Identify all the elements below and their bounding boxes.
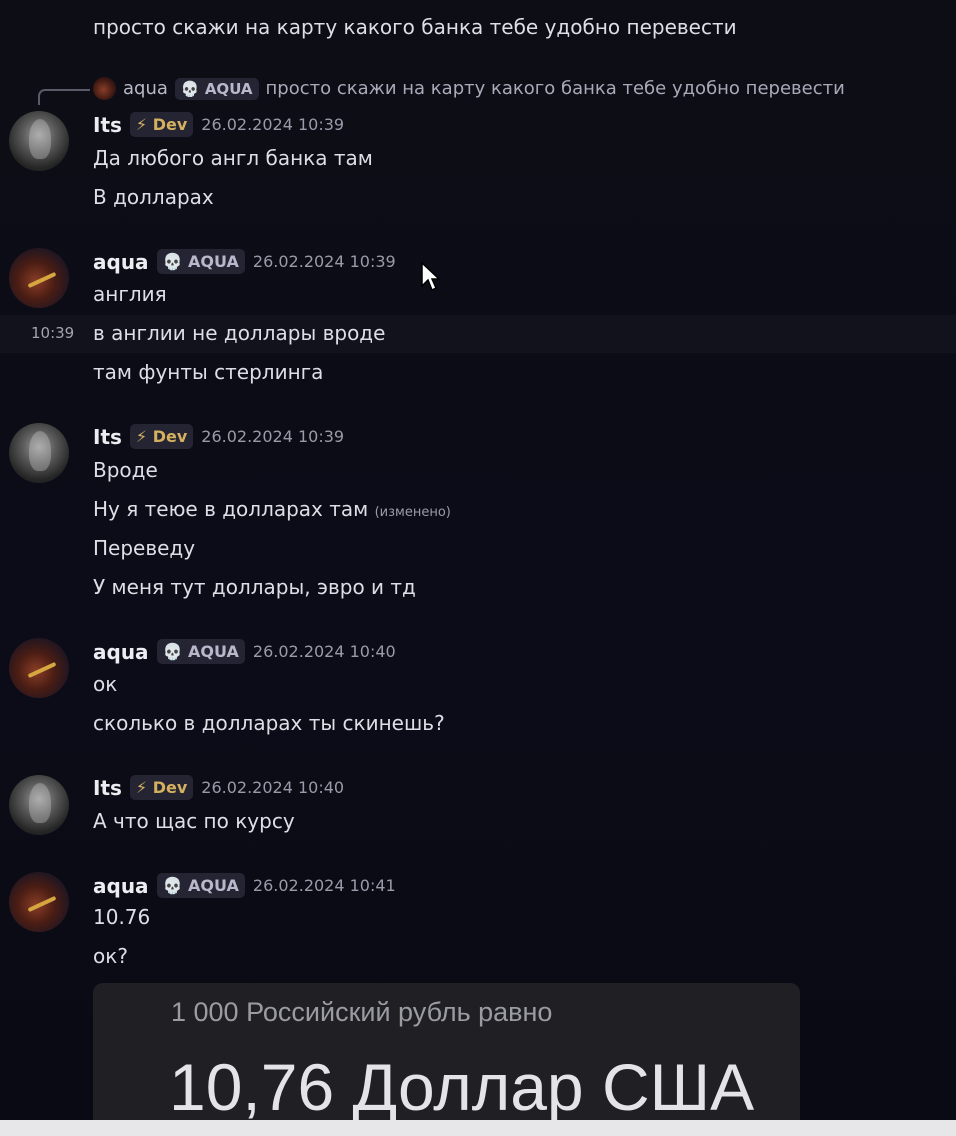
role-tag: 💀 AQUA: [156, 873, 245, 898]
timestamp: 26.02.2024 10:41: [252, 876, 396, 895]
timestamp: 26.02.2024 10:40: [201, 778, 345, 797]
message-input-bar[interactable]: [0, 1120, 956, 1136]
message-line: англия: [93, 282, 167, 306]
message-text: Ну я теюе в долларах там: [93, 497, 369, 521]
message-line: Ну я теюе в долларах там (изменено): [93, 496, 451, 526]
message-line: там фунты стерлинга: [93, 360, 324, 384]
author-name[interactable]: aqua: [93, 874, 149, 898]
message-header: aqua 💀 AQUA 26.02.2024 10:39: [93, 249, 396, 274]
message-line: в англии не доллары вроде: [93, 321, 386, 345]
message-line: В долларах: [93, 185, 214, 209]
message-header: Its ⚡ Dev 26.02.2024 10:39: [93, 112, 344, 137]
skull-icon: 💀: [162, 642, 183, 661]
message-line: Переведу: [93, 536, 196, 560]
timestamp: 26.02.2024 10:39: [201, 427, 345, 446]
message-line: А что щас по курсу: [93, 809, 295, 833]
conversion-caption: 1 000 Российский рубль равно: [171, 997, 553, 1027]
skull-icon: 💀: [180, 79, 200, 98]
avatar[interactable]: [93, 77, 116, 100]
reply-text[interactable]: просто скажи на карту какого банка тебе …: [266, 78, 845, 99]
message-line: просто скажи на карту какого банка тебе …: [93, 15, 737, 39]
avatar[interactable]: [9, 638, 69, 698]
avatar[interactable]: [9, 248, 69, 308]
author-name[interactable]: aqua: [93, 640, 149, 664]
bolt-icon: ⚡: [135, 427, 148, 446]
reply-connector: [38, 89, 90, 105]
timestamp: 26.02.2024 10:39: [252, 252, 396, 271]
avatar[interactable]: [9, 775, 69, 835]
reply-author[interactable]: aqua: [123, 78, 168, 99]
author-name[interactable]: Its: [93, 425, 122, 449]
skull-icon: 💀: [162, 252, 183, 271]
message-header: aqua 💀 AQUA 26.02.2024 10:40: [93, 639, 396, 664]
author-name[interactable]: Its: [93, 113, 122, 137]
author-name[interactable]: Its: [93, 776, 122, 800]
role-tag: ⚡ Dev: [129, 775, 194, 800]
author-name[interactable]: aqua: [93, 250, 149, 274]
role-tag: ⚡ Dev: [129, 112, 194, 137]
bolt-icon: ⚡: [135, 778, 148, 797]
role-tag: ⚡ Dev: [129, 424, 194, 449]
message-line: Да любого англ банка там: [93, 146, 373, 170]
bolt-icon: ⚡: [135, 115, 148, 134]
message-line: сколько в долларах ты скинешь?: [93, 711, 445, 735]
message-line: У меня тут доллары, эвро и тд: [93, 575, 416, 599]
role-tag: 💀 AQUA: [156, 249, 245, 274]
message-line: ок: [93, 672, 118, 696]
edited-label: (изменено): [374, 505, 451, 520]
avatar[interactable]: [9, 872, 69, 932]
message-header: Its ⚡ Dev 26.02.2024 10:39: [93, 424, 344, 449]
role-tag: 💀 AQUA: [156, 639, 245, 664]
conversion-result: 10,76 Доллар США: [169, 1050, 755, 1124]
skull-icon: 💀: [162, 876, 183, 895]
message-header: Its ⚡ Dev 26.02.2024 10:40: [93, 775, 344, 800]
role-tag: 💀 AQUA: [174, 77, 259, 100]
reply-preview[interactable]: aqua 💀 AQUA просто скажи на карту какого…: [93, 77, 845, 100]
message-line: 10.76: [93, 905, 151, 929]
timestamp: 26.02.2024 10:40: [252, 642, 396, 661]
message-line: ок?: [93, 944, 128, 968]
message-line: Вроде: [93, 458, 158, 482]
timestamp: 26.02.2024 10:39: [201, 115, 345, 134]
image-attachment[interactable]: 1 000 Российский рубль равно 10,76 Долла…: [93, 983, 800, 1136]
cursor-icon: [421, 262, 441, 292]
avatar[interactable]: [9, 111, 69, 171]
message-header: aqua 💀 AQUA 26.02.2024 10:41: [93, 873, 396, 898]
hover-timestamp: 10:39: [31, 324, 75, 342]
avatar[interactable]: [9, 423, 69, 483]
